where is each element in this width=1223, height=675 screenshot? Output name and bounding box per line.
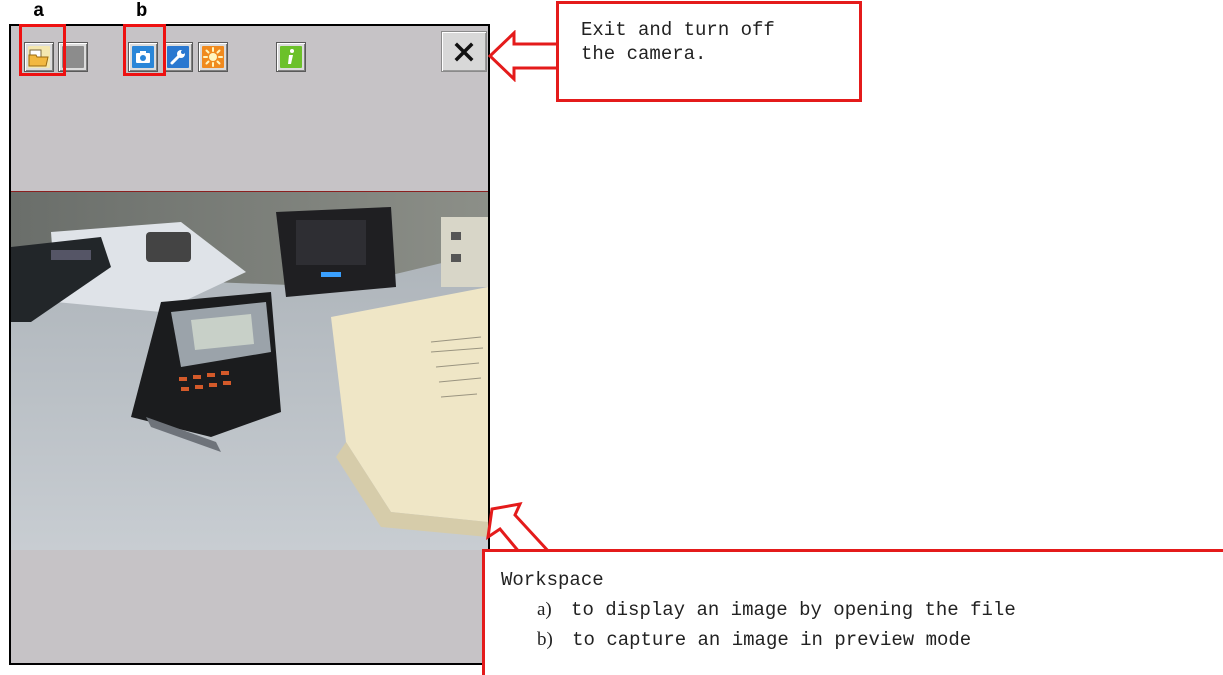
exit-callout-line2: the camera. bbox=[581, 43, 707, 65]
close-button[interactable] bbox=[441, 31, 487, 72]
brightness-button[interactable] bbox=[198, 42, 228, 72]
workspace-item-b: b) to capture an image in preview mode bbox=[501, 625, 1223, 655]
close-icon bbox=[454, 42, 474, 61]
highlight-b bbox=[123, 24, 166, 76]
workspace-title: Workspace bbox=[501, 569, 604, 591]
label-b: b bbox=[136, 0, 148, 22]
toolbar bbox=[11, 26, 488, 86]
highlight-a bbox=[19, 24, 66, 76]
info-button[interactable] bbox=[276, 42, 306, 72]
exit-arrow bbox=[488, 30, 560, 82]
exit-callout: Exit and turn off the camera. bbox=[556, 1, 862, 102]
workspace-item-a-text: to display an image by opening the file bbox=[571, 599, 1016, 621]
settings-button[interactable] bbox=[163, 42, 193, 72]
camera-app-window bbox=[9, 24, 490, 665]
workspace-callout: Workspace a) to display an image by open… bbox=[482, 549, 1223, 675]
exit-callout-line1: Exit and turn off bbox=[581, 19, 775, 41]
workspace-item-a: a) to display an image by opening the fi… bbox=[501, 595, 1223, 625]
wrench-icon bbox=[167, 46, 189, 68]
workspace-item-b-text: to capture an image in preview mode bbox=[572, 629, 972, 651]
camera-preview-image bbox=[11, 192, 488, 550]
label-a: a bbox=[33, 0, 45, 22]
info-icon bbox=[280, 46, 302, 68]
workspace-arrow bbox=[486, 502, 554, 555]
brightness-icon bbox=[202, 46, 224, 68]
workspace-item-b-marker: b) bbox=[537, 629, 553, 650]
workspace-item-a-marker: a) bbox=[537, 599, 552, 620]
workspace-preview[interactable] bbox=[11, 191, 488, 550]
